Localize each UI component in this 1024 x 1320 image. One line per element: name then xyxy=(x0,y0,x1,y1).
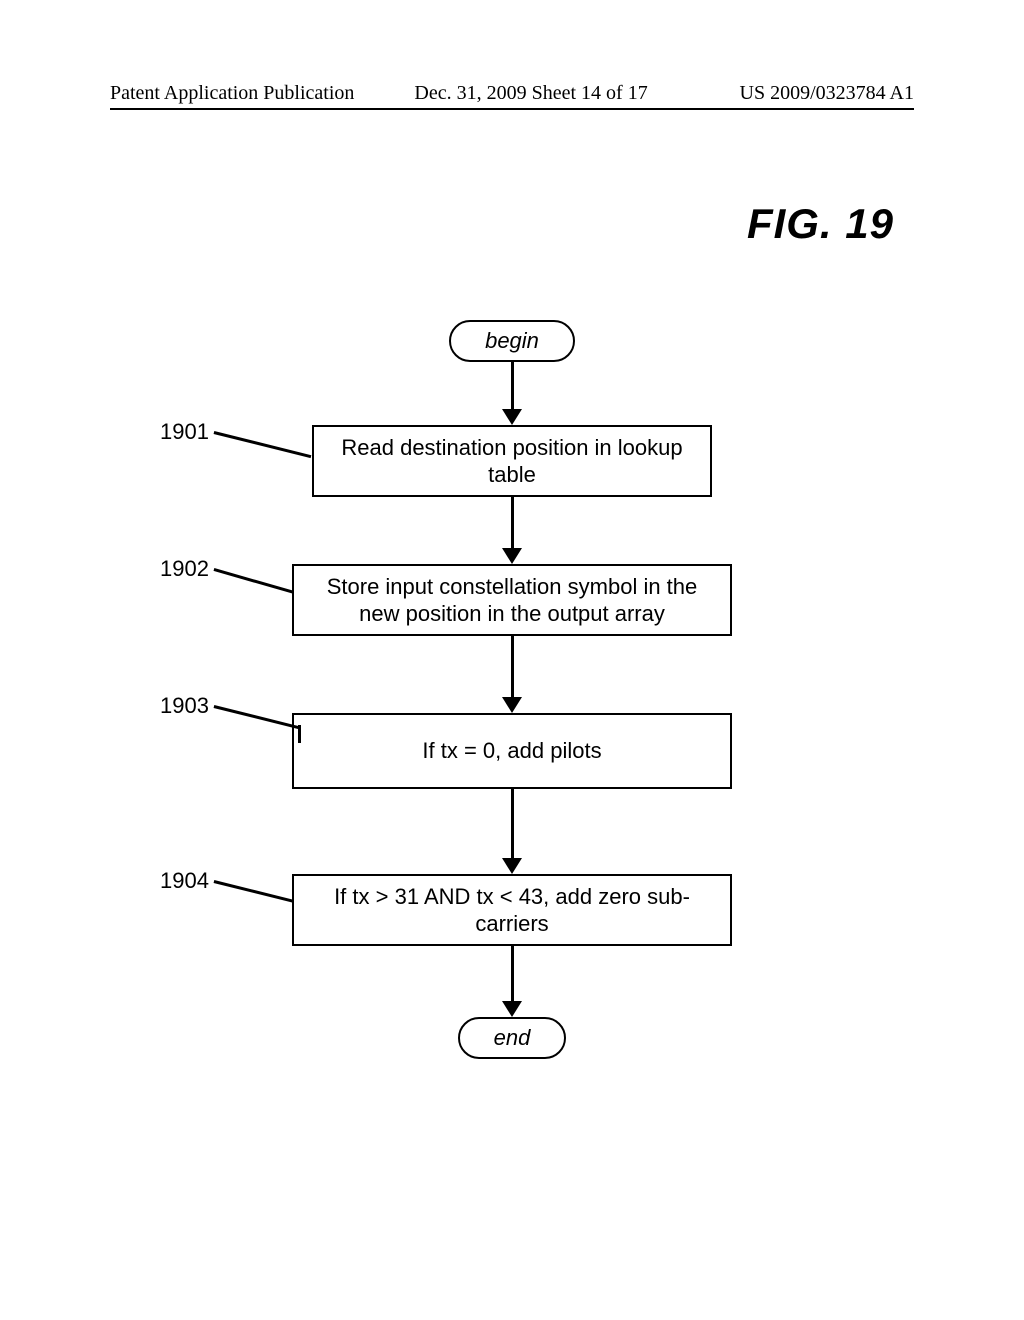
leader-line xyxy=(214,880,294,902)
header-left: Patent Application Publication xyxy=(110,82,354,105)
process-1902: Store input constellation symbol in the … xyxy=(292,564,732,636)
header-right: US 2009/0323784 A1 xyxy=(740,82,914,105)
leader-line xyxy=(214,568,294,593)
process-1903: If tx = 0, add pilots xyxy=(292,713,732,789)
header-mid: Dec. 31, 2009 Sheet 14 of 17 xyxy=(414,82,647,105)
ref-1902: 1902 xyxy=(160,556,209,582)
leader-line xyxy=(298,725,301,743)
process-1901: Read destination position in lookup tabl… xyxy=(312,425,712,497)
terminator-end: end xyxy=(458,1017,567,1059)
figure-title: FIG. 19 xyxy=(747,200,894,248)
flowchart: begin Read destination position in looku… xyxy=(0,320,1024,1059)
header-rule xyxy=(110,108,914,110)
page-header: Patent Application Publication Dec. 31, … xyxy=(110,82,914,105)
terminator-begin: begin xyxy=(449,320,575,362)
leader-line xyxy=(214,431,312,458)
ref-1904: 1904 xyxy=(160,868,209,894)
process-1904: If tx > 31 AND tx < 43, add zero sub-car… xyxy=(292,874,732,946)
ref-1903: 1903 xyxy=(160,693,209,719)
ref-1901: 1901 xyxy=(160,419,209,445)
